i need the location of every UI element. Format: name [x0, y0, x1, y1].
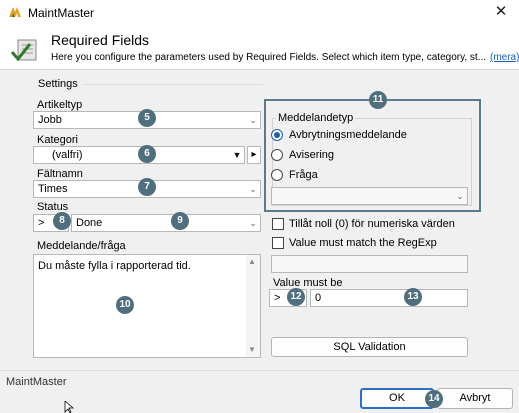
window-title: MaintMaster: [28, 6, 95, 20]
radio-icon[interactable]: [271, 169, 283, 181]
regexp-label[interactable]: Value must match the RegExp: [289, 237, 437, 249]
scroll-down-icon[interactable]: ▼: [248, 345, 256, 354]
status-value: Done: [76, 217, 103, 229]
chevron-down-icon: ⌄: [249, 218, 257, 228]
title-bar: MaintMaster ✕: [0, 0, 519, 26]
ok-button[interactable]: OK: [360, 388, 434, 409]
category-label: Kategori: [37, 134, 78, 146]
value-input[interactable]: 0: [310, 289, 468, 307]
callout-badge-7: 7: [138, 178, 156, 196]
status-operator-value: >: [38, 217, 45, 229]
chevron-down-icon: ⌄: [249, 184, 257, 194]
field-name-value: Times: [38, 183, 68, 195]
value-operator-value: >: [274, 292, 281, 304]
callout-badge-8: 8: [53, 212, 71, 230]
close-icon[interactable]: ✕: [490, 2, 512, 22]
chevron-down-icon: ⌄: [249, 115, 257, 125]
allow-zero-label[interactable]: Tillåt noll (0) för numeriska värden: [289, 218, 455, 230]
radio-option-question[interactable]: Fråga: [289, 169, 318, 181]
checklist-icon: [10, 39, 37, 62]
category-nav-button[interactable]: ▸: [247, 146, 261, 164]
message-textarea[interactable]: Du måste fylla i rapporterad tid. ▲ ▼: [33, 254, 261, 358]
item-type-label: Artikeltyp: [37, 99, 83, 111]
message-type-label: Meddelandetyp: [276, 112, 356, 124]
value-must-be-label: Value must be: [273, 277, 343, 289]
regexp-input[interactable]: [271, 255, 468, 273]
category-value: (valfri): [52, 149, 83, 161]
mouse-cursor-icon: [64, 401, 74, 413]
radio-option-cancel-message[interactable]: Avbrytningsmeddelande: [289, 129, 407, 141]
callout-badge-13: 13: [404, 288, 422, 306]
checkbox-icon[interactable]: [272, 218, 284, 230]
radio-option-notification[interactable]: Avisering: [289, 149, 334, 161]
header-panel: Required Fields Here you configure the p…: [0, 26, 519, 70]
more-link[interactable]: (mera): [490, 52, 519, 63]
maintmaster-logo-icon: [9, 7, 21, 17]
callout-badge-10: 10: [116, 296, 134, 314]
cancel-button[interactable]: Avbryt: [437, 388, 513, 409]
message-value: Du måste fylla i rapporterad tid.: [38, 260, 191, 272]
callout-badge-6: 6: [138, 145, 156, 163]
message-scrollbar[interactable]: ▲ ▼: [246, 255, 260, 357]
sql-validation-button[interactable]: SQL Validation: [271, 337, 468, 357]
chevron-down-icon: ⌄: [456, 191, 464, 201]
settings-group-label: Settings: [38, 78, 78, 90]
value-input-value: 0: [315, 292, 322, 304]
callout-badge-11: 11: [369, 91, 387, 109]
checkbox-icon[interactable]: [272, 237, 284, 249]
callout-badge-14: 14: [425, 390, 443, 408]
message-type-dropdown[interactable]: ⌄: [271, 187, 468, 205]
item-type-value: Jobb: [38, 114, 62, 126]
field-name-label: Fältnamn: [37, 168, 83, 180]
status-select[interactable]: Done ⌄: [71, 214, 261, 232]
radio-icon[interactable]: [271, 149, 283, 161]
page-title: Required Fields: [51, 32, 150, 48]
settings-divider: [83, 84, 263, 85]
scroll-up-icon[interactable]: ▲: [248, 257, 256, 266]
page-description: Here you configure the parameters used b…: [51, 52, 487, 63]
callout-badge-12: 12: [287, 288, 305, 306]
callout-badge-9: 9: [171, 212, 189, 230]
caret-down-icon: ▼: [232, 150, 242, 160]
message-label: Meddelande/fråga: [37, 240, 126, 252]
radio-icon[interactable]: [271, 129, 283, 141]
footer-divider: [0, 370, 519, 371]
callout-badge-5: 5: [138, 109, 156, 127]
footer-brand: MaintMaster: [6, 376, 67, 388]
